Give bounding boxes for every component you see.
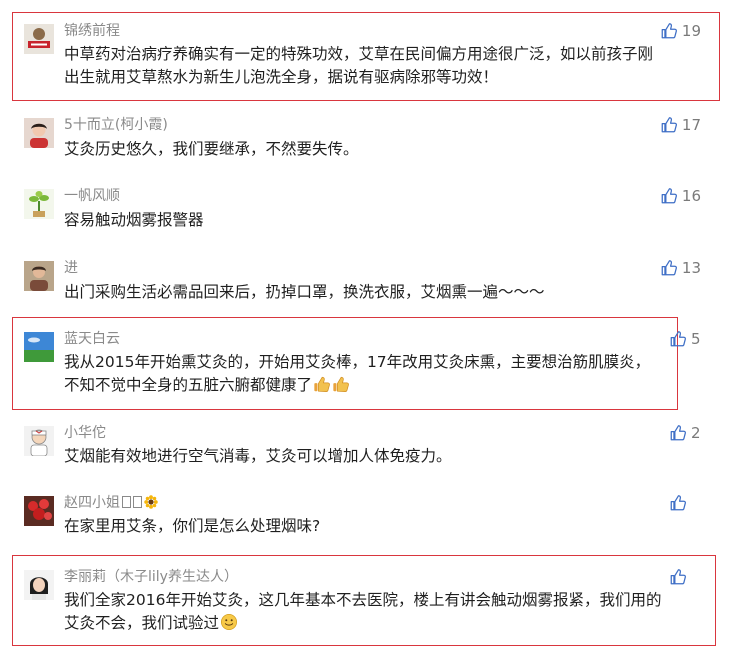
commenter-name[interactable]: 李丽莉（木子lily养生达人）	[64, 568, 238, 586]
like-button[interactable]	[669, 494, 701, 512]
like-count: 5	[691, 330, 701, 348]
thumbs-up-icon	[670, 425, 686, 441]
commenter-name[interactable]: 蓝天白云	[64, 330, 120, 348]
commenter-name[interactable]: 5十而立(柯小霞)	[64, 116, 168, 134]
comment-text: 容易触动烟雾报警器	[64, 211, 204, 229]
commenter-name[interactable]: 一帆风顺	[64, 187, 120, 205]
thumbs-up-icon	[670, 331, 686, 347]
smile-emoji	[221, 613, 238, 631]
like-count: 19	[681, 22, 701, 40]
like-button[interactable]: 13	[660, 259, 701, 277]
missing-glyph-box	[122, 496, 131, 508]
comment-text: 中草药对治病疗养确实有一定的特殊功效，艾草在民间偏方用途很广泛，如以前孩子刚 出…	[64, 45, 654, 86]
comment-item: 小华佗 艾烟能有效地进行空气消毒，艾灸可以增加人体免疫力。 2	[0, 424, 729, 474]
comment-item: 一帆风顺 容易触动烟雾报警器 16	[0, 187, 729, 237]
thumbs-up-icon	[670, 569, 686, 585]
commenter-name[interactable]: 赵四小姐	[64, 494, 158, 512]
comment-item: 锦绣前程 中草药对治病疗养确实有一定的特殊功效，艾草在民间偏方用途很广泛，如以前…	[0, 20, 729, 100]
commenter-name[interactable]: 进	[64, 259, 78, 277]
comment-item: 5十而立(柯小霞) 艾灸历史悠久，我们要继承，不然要失传。 17	[0, 116, 729, 166]
cartoon-doctor-avatar[interactable]	[24, 426, 54, 456]
like-button[interactable]: 16	[660, 187, 701, 205]
sunflower-emoji	[144, 495, 158, 509]
missing-glyph-box	[133, 496, 142, 508]
plant-avatar[interactable]	[24, 189, 54, 219]
comment-list: 锦绣前程 中草药对治病疗养确实有一定的特殊功效，艾草在民间偏方用途很广泛，如以前…	[0, 0, 729, 654]
comment-text-content: 我从2015年开始熏艾灸的，开始用艾灸棒，17年改用艾灸床熏，主要想治筋肌膜炎，…	[64, 353, 651, 394]
woman-face-avatar[interactable]	[24, 570, 54, 600]
thumbs-up-emoji	[333, 376, 349, 393]
like-button[interactable]	[669, 568, 701, 586]
commenter-name[interactable]: 小华佗	[64, 424, 106, 442]
thumbs-up-emoji	[314, 376, 330, 393]
comment-item: 进 出门采购生活必需品回来后，扔掉口罩，换洗衣服，艾烟熏一遍～～～ 13	[0, 259, 729, 309]
comment-text: 艾灸历史悠久，我们要继承，不然要失传。	[64, 140, 359, 158]
comment-item: 赵四小姐 在家里用艾条，你们是怎么处理烟味?	[0, 494, 729, 544]
like-count: 17	[681, 116, 701, 134]
comment-text: 我们全家2016年开始艾灸，这几年基本不去医院，楼上有讲会触动烟雾报紧，我们用的…	[64, 589, 693, 635]
thumbs-up-icon	[661, 117, 677, 133]
like-count: 13	[681, 259, 701, 277]
woman-portrait-avatar[interactable]	[24, 118, 54, 148]
like-button[interactable]: 17	[660, 116, 701, 134]
like-count: 2	[691, 424, 701, 442]
like-button[interactable]: 2	[669, 424, 701, 442]
thumbs-up-icon	[661, 260, 677, 276]
comment-item: 蓝天白云 我从2015年开始熏艾灸的，开始用艾灸棒，17年改用艾灸床熏，主要想治…	[0, 329, 729, 404]
comment-text: 出门采购生活必需品回来后，扔掉口罩，换洗衣服，艾烟熏一遍～～～	[64, 283, 545, 301]
person-portrait-avatar[interactable]	[24, 261, 54, 291]
commenter-name-text: 赵四小姐	[64, 495, 120, 511]
thumbs-up-icon	[661, 23, 677, 39]
comment-text: 在家里用艾条，你们是怎么处理烟味?	[64, 517, 321, 535]
like-button[interactable]: 5	[669, 330, 701, 348]
news-badge-avatar[interactable]	[24, 24, 54, 54]
comment-text: 艾烟能有效地进行空气消毒，艾灸可以增加人体免疫力。	[64, 447, 452, 465]
like-count: 16	[681, 187, 701, 205]
thumbs-up-icon	[661, 188, 677, 204]
comment-text: 我从2015年开始熏艾灸的，开始用艾灸棒，17年改用艾灸床熏，主要想治筋肌膜炎，…	[64, 351, 693, 397]
thumbs-up-icon	[670, 495, 686, 511]
comment-text-content: 我们全家2016年开始艾灸，这几年基本不去医院，楼上有讲会触动烟雾报紧，我们用的…	[64, 591, 662, 632]
red-flowers-avatar[interactable]	[24, 496, 54, 526]
commenter-name[interactable]: 锦绣前程	[64, 22, 120, 40]
comment-item: 李丽莉（木子lily养生达人） 我们全家2016年开始艾灸，这几年基本不去医院，…	[0, 567, 729, 642]
sky-landscape-avatar[interactable]	[24, 332, 54, 362]
like-button[interactable]: 19	[660, 22, 701, 40]
